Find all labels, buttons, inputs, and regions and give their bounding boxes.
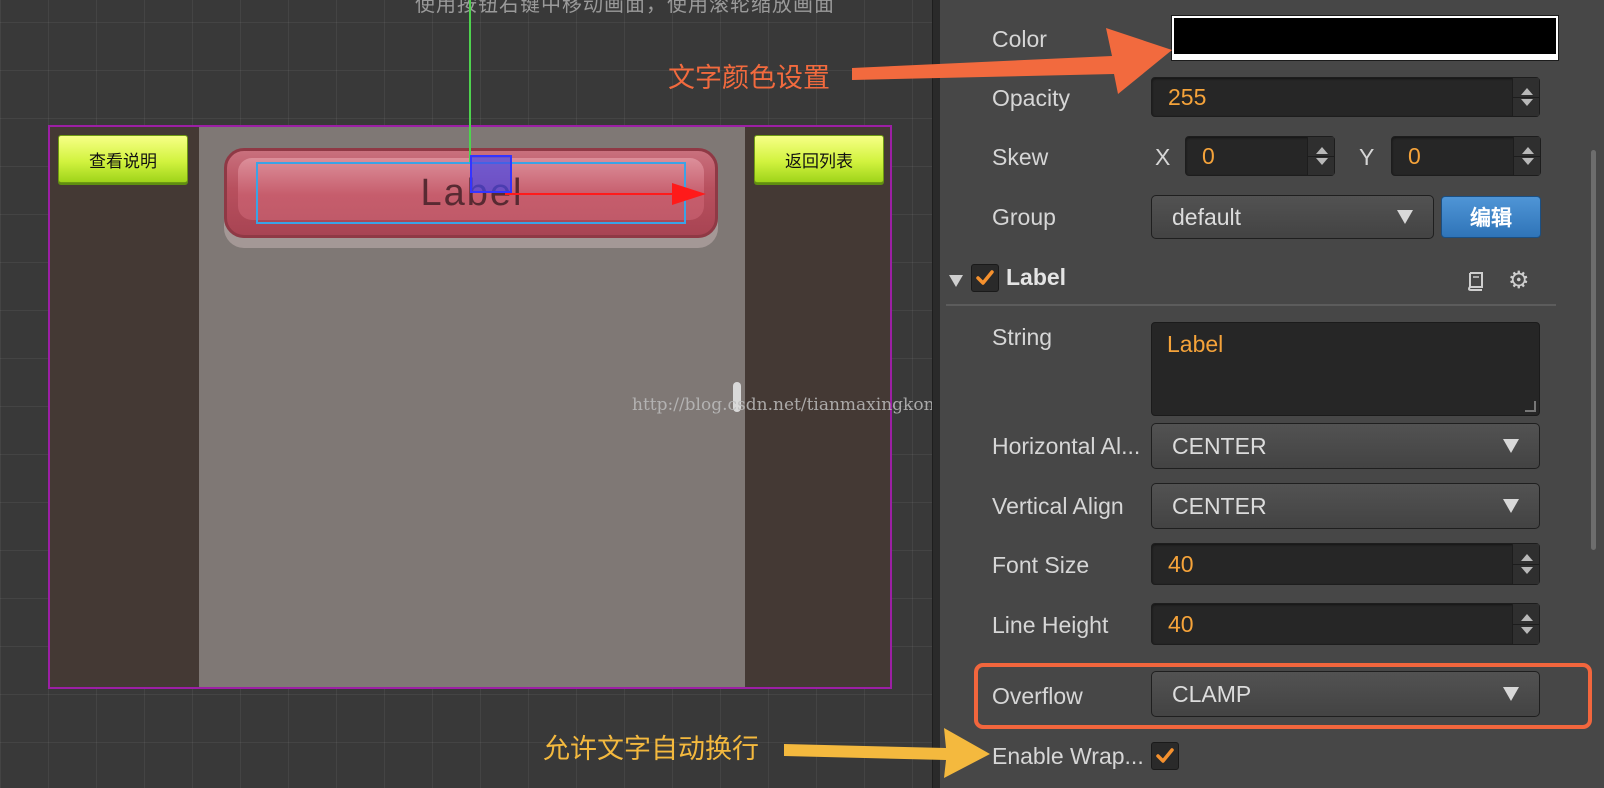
- gizmo-y-axis[interactable]: [469, 0, 471, 162]
- font-size-stepper[interactable]: [1512, 544, 1539, 584]
- annotation-wrap-note: 允许文字自动换行: [543, 734, 759, 765]
- string-label: String: [992, 324, 1053, 350]
- skew-x-label: X: [1155, 144, 1171, 170]
- string-value: Label: [1167, 331, 1224, 357]
- opacity-input[interactable]: 255: [1151, 77, 1540, 117]
- resize-handle-icon[interactable]: [1525, 401, 1536, 412]
- scene-hint-text: 使用按钮右键中移动画面，使用滚轮缩放画面: [415, 0, 835, 16]
- skew-y-input[interactable]: 0: [1391, 136, 1541, 176]
- line-height-label: Line Height: [992, 612, 1109, 638]
- stepper-down-icon[interactable]: [1522, 158, 1534, 165]
- horizontal-align-value: CENTER: [1172, 432, 1267, 459]
- opacity-stepper[interactable]: [1512, 78, 1539, 116]
- back-to-list-button[interactable]: 返回列表: [754, 135, 884, 183]
- stepper-down-icon[interactable]: [1521, 567, 1533, 574]
- check-icon: [1156, 748, 1174, 763]
- line-height-value: 40: [1168, 610, 1194, 637]
- section-separator: [946, 304, 1556, 306]
- line-height-stepper[interactable]: [1512, 604, 1539, 644]
- opacity-label: Opacity: [992, 85, 1070, 111]
- skew-x-stepper[interactable]: [1307, 137, 1334, 175]
- skew-x-value: 0: [1202, 142, 1215, 169]
- stepper-down-icon[interactable]: [1316, 158, 1328, 165]
- horizontal-align-label: Horizontal Al...: [992, 433, 1141, 459]
- watermark: http://blog.csdn.net/tianmaxingkong_: [632, 395, 932, 415]
- vertical-align-label: Vertical Align: [992, 493, 1124, 519]
- label-enabled-checkbox[interactable]: [971, 264, 999, 292]
- horizontal-align-select[interactable]: CENTER: [1151, 423, 1540, 469]
- dropdown-caret-icon: [1503, 499, 1519, 513]
- opacity-value: 255: [1168, 83, 1207, 110]
- line-height-input[interactable]: 40: [1151, 603, 1540, 645]
- color-swatch-fill: [1174, 18, 1556, 54]
- inspector-scrollbar[interactable]: [1591, 150, 1596, 550]
- skew-label: Skew: [992, 144, 1049, 170]
- string-textarea[interactable]: Label: [1151, 322, 1540, 416]
- gizmo-x-axis[interactable]: [505, 193, 683, 195]
- stepper-up-icon[interactable]: [1521, 88, 1533, 95]
- overflow-highlight-box: [974, 663, 1592, 729]
- skew-y-label: Y: [1359, 144, 1375, 170]
- stepper-up-icon[interactable]: [1521, 554, 1533, 561]
- vertical-align-select[interactable]: CENTER: [1151, 483, 1540, 529]
- gizmo-x-arrow-icon[interactable]: [672, 183, 706, 205]
- scene-view[interactable]: 使用按钮右键中移动画面，使用滚轮缩放画面 查看说明 返回列表 Label htt…: [0, 0, 932, 788]
- collapse-triangle-icon[interactable]: [949, 275, 963, 287]
- skew-y-value: 0: [1408, 142, 1421, 169]
- edit-group-button[interactable]: 编辑: [1441, 196, 1541, 238]
- gear-icon[interactable]: ⚙: [1508, 266, 1530, 295]
- enable-wrap-checkbox[interactable]: [1151, 742, 1179, 770]
- stepper-up-icon[interactable]: [1316, 147, 1328, 154]
- color-label: Color: [992, 26, 1047, 52]
- gizmo-move-handle[interactable]: [470, 155, 512, 193]
- skew-y-stepper[interactable]: [1513, 137, 1540, 175]
- vertical-align-value: CENTER: [1172, 492, 1267, 519]
- enable-wrap-label: Enable Wrap...: [992, 743, 1144, 769]
- stepper-up-icon[interactable]: [1522, 147, 1534, 154]
- dropdown-caret-icon: [1503, 439, 1519, 453]
- group-label: Group: [992, 204, 1056, 230]
- skew-x-input[interactable]: 0: [1185, 136, 1335, 176]
- dropdown-caret-icon: [1397, 210, 1413, 224]
- group-value: default: [1172, 203, 1242, 230]
- group-select[interactable]: default: [1151, 195, 1434, 239]
- stepper-down-icon[interactable]: [1521, 99, 1533, 106]
- color-swatch[interactable]: [1171, 15, 1559, 61]
- stepper-down-icon[interactable]: [1521, 627, 1533, 634]
- font-size-value: 40: [1168, 550, 1194, 577]
- book-help-icon[interactable]: [1466, 270, 1486, 297]
- font-size-label: Font Size: [992, 552, 1090, 578]
- label-component-title: Label: [1006, 264, 1067, 290]
- font-size-input[interactable]: 40: [1151, 543, 1540, 585]
- label-component-header[interactable]: Label ⚙: [940, 260, 1604, 304]
- stepper-up-icon[interactable]: [1521, 614, 1533, 621]
- check-icon: [976, 270, 994, 285]
- help-button[interactable]: 查看说明: [58, 135, 188, 183]
- annotation-color-note: 文字颜色设置: [668, 63, 830, 94]
